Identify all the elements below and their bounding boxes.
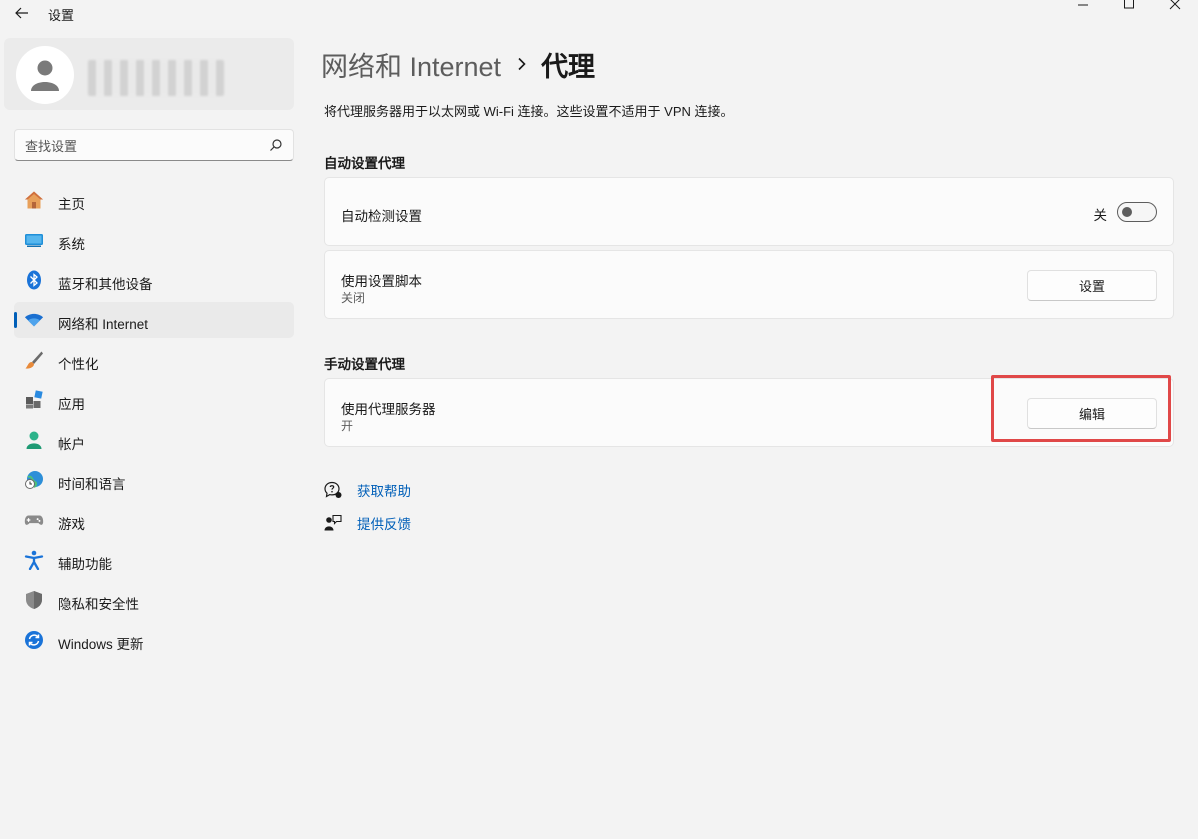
maximize-button[interactable] <box>1106 0 1152 14</box>
back-arrow-icon <box>15 7 28 19</box>
account-icon <box>24 430 44 450</box>
sidebar-item-label: 隐私和安全性 <box>58 597 139 612</box>
accessibility-icon <box>24 550 44 570</box>
sidebar-item-privacy[interactable]: 隐私和安全性 <box>14 582 294 618</box>
search-box[interactable] <box>14 129 294 161</box>
shield-icon <box>24 590 44 610</box>
sidebar-nav: 主页 系统 蓝牙和其他设备 网络和 Internet 个性化 应用 帐户 时间和… <box>14 182 294 662</box>
setup-script-button[interactable]: 设置 <box>1027 270 1157 301</box>
setup-script-card: 使用设置脚本 关闭 设置 <box>324 250 1174 319</box>
bluetooth-icon <box>24 270 44 290</box>
breadcrumb: 网络和 Internet 代理 <box>321 46 595 82</box>
sidebar-item-label: 系统 <box>58 237 85 252</box>
sidebar-item-accounts[interactable]: 帐户 <box>14 422 294 458</box>
home-icon <box>24 190 44 210</box>
breadcrumb-parent-link[interactable]: 网络和 Internet <box>321 45 501 84</box>
help-icon <box>324 481 342 499</box>
sidebar-item-label: 游戏 <box>58 517 85 532</box>
get-help-label[interactable]: 获取帮助 <box>357 480 411 500</box>
minimize-icon <box>1078 4 1088 6</box>
brush-icon <box>24 350 44 370</box>
sidebar-item-network[interactable]: 网络和 Internet <box>14 302 294 338</box>
sidebar-item-time-language[interactable]: 时间和语言 <box>14 462 294 498</box>
sidebar-item-system[interactable]: 系统 <box>14 222 294 258</box>
sidebar-item-apps[interactable]: 应用 <box>14 382 294 418</box>
user-icon <box>31 60 59 91</box>
back-button[interactable] <box>8 2 36 24</box>
sidebar-item-label: 个性化 <box>58 357 99 372</box>
search-input[interactable] <box>25 136 255 156</box>
proxy-server-status: 开 <box>341 419 354 433</box>
globe-clock-icon <box>24 470 44 490</box>
feedback-label[interactable]: 提供反馈 <box>357 513 411 533</box>
search-icon[interactable] <box>269 138 283 152</box>
proxy-server-label: 使用代理服务器 <box>341 402 436 417</box>
blurred-username <box>88 60 224 96</box>
system-icon <box>24 230 44 250</box>
user-profile-card[interactable] <box>4 38 294 110</box>
close-button[interactable] <box>1152 0 1198 14</box>
section-title-auto: 自动设置代理 <box>324 156 405 171</box>
minimize-button[interactable] <box>1060 0 1106 14</box>
close-icon <box>1169 0 1181 10</box>
feedback-link[interactable]: 提供反馈 <box>324 513 411 533</box>
get-help-link[interactable]: 获取帮助 <box>324 480 411 500</box>
app-title: 设置 <box>48 8 75 23</box>
sidebar-item-label: 主页 <box>58 197 85 212</box>
sidebar-item-home[interactable]: 主页 <box>14 182 294 218</box>
toggle-knob <box>1122 207 1132 217</box>
chevron-right-icon <box>517 57 527 71</box>
sidebar-item-bluetooth[interactable]: 蓝牙和其他设备 <box>14 262 294 298</box>
sidebar-item-label: Windows 更新 <box>58 637 144 652</box>
sidebar-item-label: 时间和语言 <box>58 477 126 492</box>
highlight-annotation-box <box>991 375 1171 442</box>
apps-icon <box>24 390 44 410</box>
section-title-manual: 手动设置代理 <box>324 357 405 372</box>
sidebar-item-windows-update[interactable]: Windows 更新 <box>14 622 294 658</box>
auto-detect-card: 自动检测设置 关 <box>324 177 1174 246</box>
sidebar-item-label: 辅助功能 <box>58 557 112 572</box>
page-title: 代理 <box>541 51 596 82</box>
auto-detect-toggle[interactable] <box>1117 202 1157 222</box>
setup-script-label: 使用设置脚本 <box>341 274 422 289</box>
title-bar: 设置 <box>0 0 1198 28</box>
avatar <box>16 46 74 104</box>
sidebar-item-label: 帐户 <box>58 437 85 452</box>
auto-detect-label: 自动检测设置 <box>341 209 422 224</box>
sidebar-item-label: 应用 <box>58 397 85 412</box>
maximize-icon <box>1124 0 1134 9</box>
sidebar-item-label: 网络和 Internet <box>58 317 149 332</box>
setup-script-status: 关闭 <box>341 291 366 305</box>
feedback-icon <box>324 514 342 532</box>
auto-detect-state: 关 <box>1093 208 1108 223</box>
sidebar-item-gaming[interactable]: 游戏 <box>14 502 294 538</box>
update-icon <box>24 630 44 650</box>
sidebar-item-accessibility[interactable]: 辅助功能 <box>14 542 294 578</box>
gamepad-icon <box>24 510 44 530</box>
sidebar-item-label: 蓝牙和其他设备 <box>58 277 153 292</box>
sidebar-item-personalization[interactable]: 个性化 <box>14 342 294 378</box>
wifi-icon <box>24 310 44 330</box>
page-description: 将代理服务器用于以太网或 Wi-Fi 连接。这些设置不适用于 VPN 连接。 <box>324 104 734 119</box>
